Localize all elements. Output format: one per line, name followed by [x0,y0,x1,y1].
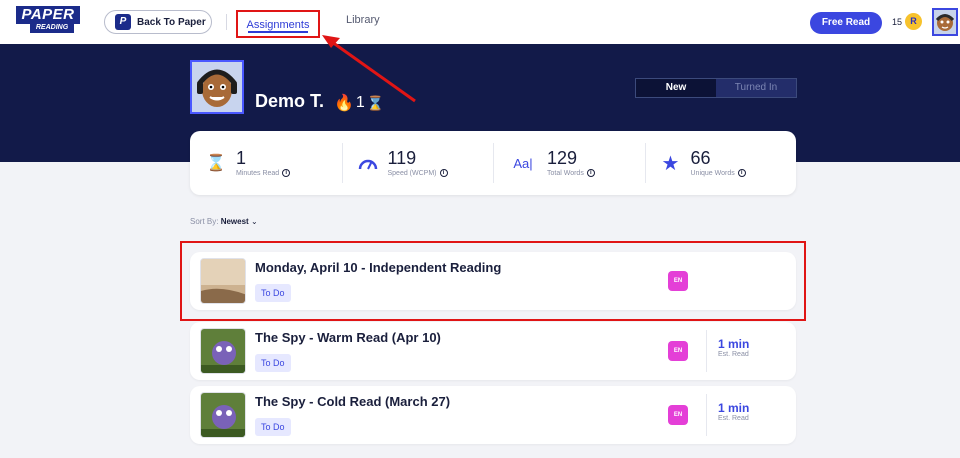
tab-library[interactable]: Library [346,14,380,26]
streak-count: 1 [355,94,365,111]
info-icon[interactable]: i [439,169,448,177]
assignment-title: The Spy - Cold Read (March 27) [255,394,451,409]
stat-value: 1 [236,148,247,168]
paper-badge-icon: P [115,14,131,30]
back-to-paper-button[interactable]: P Back To Paper [104,10,212,34]
avatar[interactable] [932,8,958,36]
info-icon[interactable]: i [282,169,291,177]
avatar-face-icon [935,14,955,31]
assignment-thumbnail [200,392,246,438]
divider [706,394,707,436]
back-to-paper-label: Back To Paper [137,16,206,28]
assignment-thumbnail [200,328,246,374]
status-badge: To Do [255,354,291,372]
chevron-down-icon: ⌄ [250,217,258,226]
assignment-card[interactable]: The Spy - Cold Read (March 27) To Do EN … [190,386,796,444]
est-value: 1 min [718,337,750,351]
toggle-new[interactable]: New [636,79,716,97]
estimated-read-time: 1 min Est. Read [718,401,750,423]
logo-wordmark: PAPER [16,6,80,24]
stat-label: Unique Words [690,169,735,177]
stat-label: Total Words [547,169,584,177]
toggle-turned-in[interactable]: Turned In [716,79,796,97]
nav-divider [226,14,227,30]
stat-speed: 119 Speed (WCPM) i [341,131,494,195]
divider [706,330,707,372]
stat-unique-words: ★ 66 Unique Words i [644,131,797,195]
est-label: Est. Read [718,351,749,358]
hourglass-icon: ⌛ [206,155,226,172]
stat-label: Minutes Read [236,169,280,177]
est-value: 1 min [718,401,750,415]
stat-total-words: Aa| 129 Total Words i [493,131,645,195]
user-name: Demo T. [255,91,325,111]
stat-value: 66 [690,148,711,168]
sort-label: Sort By: [190,217,219,226]
info-icon[interactable]: i [737,169,746,177]
language-badge: EN [668,405,688,425]
assignment-card[interactable]: The Spy - Warm Read (Apr 10) To Do EN 1 … [190,322,796,380]
profile-face-icon [192,62,242,112]
paper-logo[interactable]: PAPER READING [16,6,80,36]
est-label: Est. Read [718,415,749,422]
star-icon: ★ [661,152,680,175]
hourglass-icon: ⌛ [366,94,385,111]
stats-card: ⌛ 1 Minutes Read i 119 Speed (WCPM) i Aa| … [190,131,796,195]
stat-value: 119 [387,148,417,168]
logo-subtitle: READING [30,23,74,33]
tab-assignments-label: Assignments [246,19,310,31]
assignment-title: The Spy - Warm Read (Apr 10) [255,330,441,345]
coin-count: 15 [892,17,903,27]
streak-indicator: 🔥 1 ⌛ [334,93,384,113]
assignment-filter-toggle: New Turned In [635,78,797,98]
active-tab-underline [248,31,308,33]
free-read-button[interactable]: Free Read [810,12,882,34]
top-bar: PAPER READING P Back To Paper Assignment… [0,0,960,44]
tab-assignments[interactable]: Assignments [236,10,320,38]
sort-control[interactable]: Sort By: Newest ⌄ [190,217,258,226]
speedometer-icon [358,153,378,173]
highlight-box [180,241,806,321]
text-icon: Aa| [513,155,533,171]
stat-label: Speed (WCPM) [387,169,437,177]
stat-minutes-read: ⌛ 1 Minutes Read i [190,131,342,195]
status-badge: To Do [255,418,291,436]
flame-icon: 🔥 [334,95,354,112]
info-icon[interactable]: i [586,169,595,177]
stat-value: 129 [547,148,578,168]
estimated-read-time: 1 min Est. Read [718,337,750,359]
sort-value: Newest [220,217,249,226]
profile-avatar [190,60,244,114]
coin-icon: R [905,13,922,30]
language-badge: EN [668,341,688,361]
